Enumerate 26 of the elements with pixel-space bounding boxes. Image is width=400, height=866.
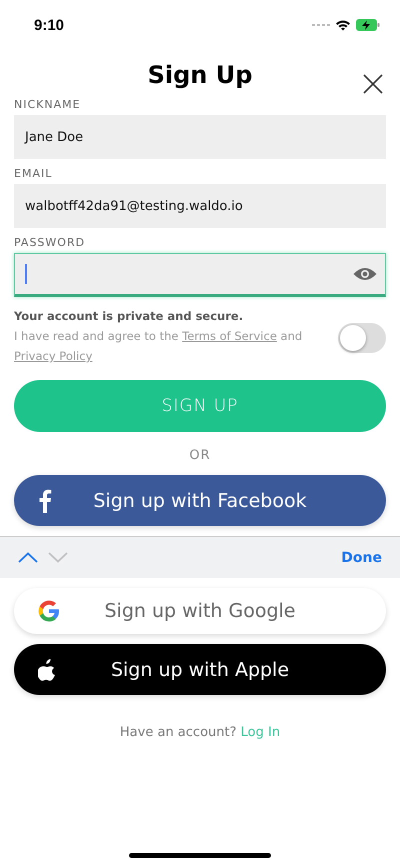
chevron-up-icon[interactable] <box>18 552 38 563</box>
input-field[interactable]: walbotff42da91@testing.waldo.io <box>14 184 386 228</box>
facebook-f-icon <box>38 488 52 512</box>
terms-agreement: I have read and agree to the Terms of Service and Privacy Policy <box>14 328 304 365</box>
google-sign-up-button[interactable]: Sign up with Google <box>14 588 386 634</box>
login-prompt: Have an account? Log In <box>120 725 280 740</box>
input-field[interactable] <box>14 253 386 297</box>
input-field[interactable]: Jane Doe <box>14 115 386 159</box>
field-label: PASSWORD <box>14 236 86 249</box>
google-g-icon <box>38 600 60 622</box>
facebook-sign-up-button[interactable]: Sign up with Facebook <box>14 475 386 526</box>
close-icon[interactable] <box>363 74 383 94</box>
field-label: EMAIL <box>14 167 52 180</box>
page-title: Sign Up <box>148 60 252 90</box>
agree-toggle[interactable] <box>338 322 386 352</box>
apple-icon <box>38 658 56 680</box>
apple-sign-up-button[interactable]: Sign up with Apple <box>14 644 386 695</box>
status-time: 9:10 <box>34 16 64 34</box>
eye-icon[interactable] <box>353 267 377 281</box>
done-button[interactable]: Done <box>341 546 382 570</box>
battery-charging-icon <box>356 19 380 31</box>
privacy-heading: Your account is private and secure. <box>14 309 244 323</box>
divider-text: OR <box>189 448 211 463</box>
field-label: NICKNAME <box>14 98 81 111</box>
wifi-icon <box>335 19 351 31</box>
signal-icon <box>312 23 330 27</box>
